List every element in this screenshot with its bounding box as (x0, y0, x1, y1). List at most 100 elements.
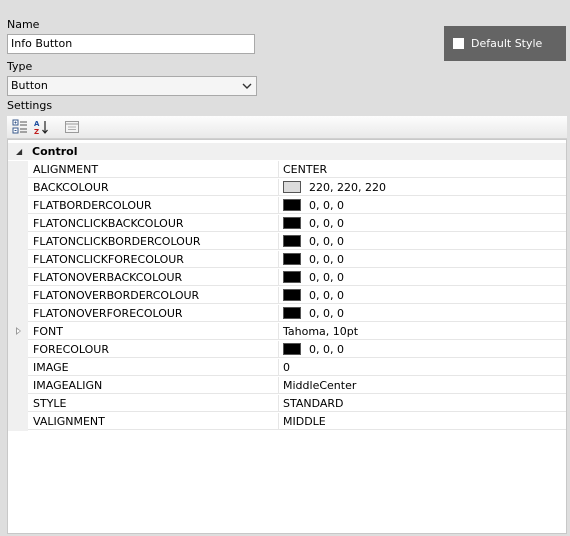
default-style-toggle[interactable]: Default Style (444, 26, 566, 61)
categorized-icon[interactable] (12, 119, 28, 135)
row-margin (8, 215, 28, 233)
color-swatch (283, 289, 301, 301)
property-value[interactable]: 0 (279, 359, 566, 376)
property-row[interactable]: BACKCOLOUR 220, 220, 220 (8, 179, 566, 197)
color-swatch (283, 235, 301, 247)
property-pages-icon[interactable] (64, 119, 80, 135)
property-value[interactable]: 0, 0, 0 (279, 269, 566, 286)
expand-triangle-icon[interactable] (16, 327, 21, 335)
property-name[interactable]: IMAGEALIGN (28, 377, 279, 394)
property-row[interactable]: FONT Tahoma, 10pt (8, 323, 566, 341)
property-value-text: 0, 0, 0 (309, 271, 344, 284)
property-value-text: 0, 0, 0 (309, 343, 344, 356)
property-name[interactable]: FLATONCLICKBACKCOLOUR (28, 215, 279, 232)
row-margin (8, 305, 28, 323)
row-margin (8, 233, 28, 251)
property-name[interactable]: FLATONOVERBACKCOLOUR (28, 269, 279, 286)
property-name[interactable]: FLATONCLICKBORDERCOLOUR (28, 233, 279, 250)
row-margin (8, 251, 28, 269)
property-value-text: 0, 0, 0 (309, 217, 344, 230)
category-row[interactable]: ◢ Control (8, 143, 566, 160)
row-margin (8, 197, 28, 215)
property-value-text: 0, 0, 0 (309, 199, 344, 212)
property-row[interactable]: FORECOLOUR 0, 0, 0 (8, 341, 566, 359)
name-label: Name (7, 18, 40, 31)
property-value[interactable]: STANDARD (279, 395, 566, 412)
property-name[interactable]: FLATONCLICKFORECOLOUR (28, 251, 279, 268)
color-swatch (283, 181, 301, 193)
row-margin (8, 413, 28, 431)
property-value[interactable]: Tahoma, 10pt (279, 323, 566, 340)
color-swatch (283, 343, 301, 355)
property-grid: ◢ Control ALIGNMENT CENTER BACKCOLOUR 220, … (7, 139, 567, 534)
default-style-label: Default Style (471, 37, 543, 50)
property-value[interactable]: 0, 0, 0 (279, 287, 566, 304)
property-value-text: 0 (283, 361, 290, 374)
property-row[interactable]: FLATONCLICKBORDERCOLOUR 0, 0, 0 (8, 233, 566, 251)
property-row[interactable]: FLATONOVERBORDERCOLOUR 0, 0, 0 (8, 287, 566, 305)
property-value[interactable]: 0, 0, 0 (279, 215, 566, 232)
property-value-text: 220, 220, 220 (309, 181, 386, 194)
property-name[interactable]: VALIGNMENT (28, 413, 279, 430)
property-name[interactable]: FLATONOVERFORECOLOUR (28, 305, 279, 322)
property-value-text: Tahoma, 10pt (283, 325, 359, 338)
property-row[interactable]: STYLE STANDARD (8, 395, 566, 413)
property-value[interactable]: 0, 0, 0 (279, 197, 566, 214)
color-swatch (283, 307, 301, 319)
property-name[interactable]: FLATONOVERBORDERCOLOUR (28, 287, 279, 304)
property-value[interactable]: 0, 0, 0 (279, 251, 566, 268)
property-row[interactable]: VALIGNMENT MIDDLE (8, 413, 566, 431)
color-swatch (283, 271, 301, 283)
property-row[interactable]: FLATONOVERFORECOLOUR 0, 0, 0 (8, 305, 566, 323)
row-margin (8, 179, 28, 197)
property-name[interactable]: ALIGNMENT (28, 161, 279, 178)
property-row[interactable]: FLATONOVERBACKCOLOUR 0, 0, 0 (8, 269, 566, 287)
svg-text:Z: Z (34, 128, 39, 135)
property-row[interactable]: ALIGNMENT CENTER (8, 161, 566, 179)
type-label: Type (7, 60, 33, 73)
type-select[interactable]: Button (7, 76, 257, 96)
row-margin (8, 323, 28, 341)
row-margin (8, 359, 28, 377)
property-value[interactable]: CENTER (279, 161, 566, 178)
property-value-text: STANDARD (283, 397, 344, 410)
property-value-text: MIDDLE (283, 415, 326, 428)
row-margin (8, 269, 28, 287)
row-margin (8, 395, 28, 413)
svg-text:A: A (34, 120, 40, 128)
property-value[interactable]: 0, 0, 0 (279, 233, 566, 250)
property-value-text: 0, 0, 0 (309, 307, 344, 320)
property-value[interactable]: 220, 220, 220 (279, 179, 566, 196)
property-value-text: 0, 0, 0 (309, 253, 344, 266)
property-value-text: 0, 0, 0 (309, 235, 344, 248)
alphabetical-sort-icon[interactable]: A Z (34, 119, 50, 135)
property-row[interactable]: FLATONCLICKBACKCOLOUR 0, 0, 0 (8, 215, 566, 233)
property-value-text: 0, 0, 0 (309, 289, 344, 302)
settings-label: Settings (7, 99, 53, 112)
property-name[interactable]: IMAGE (28, 359, 279, 376)
property-value[interactable]: MIDDLE (279, 413, 566, 430)
property-name[interactable]: STYLE (28, 395, 279, 412)
property-name[interactable]: BACKCOLOUR (28, 179, 279, 196)
color-swatch (283, 253, 301, 265)
property-row[interactable]: IMAGE 0 (8, 359, 566, 377)
row-margin (8, 341, 28, 359)
chevron-down-icon (242, 83, 252, 89)
property-row[interactable]: FLATBORDERCOLOUR 0, 0, 0 (8, 197, 566, 215)
color-swatch (283, 217, 301, 229)
property-value-text: CENTER (283, 163, 328, 176)
color-swatch (283, 199, 301, 211)
property-value[interactable]: MiddleCenter (279, 377, 566, 394)
default-style-checkbox[interactable] (453, 38, 464, 49)
row-margin (8, 377, 28, 395)
property-value[interactable]: 0, 0, 0 (279, 341, 566, 358)
property-value[interactable]: 0, 0, 0 (279, 305, 566, 322)
property-name[interactable]: FORECOLOUR (28, 341, 279, 358)
property-row[interactable]: FLATONCLICKFORECOLOUR 0, 0, 0 (8, 251, 566, 269)
property-name[interactable]: FONT (28, 323, 279, 340)
name-input[interactable]: Info Button (7, 34, 255, 54)
collapse-triangle-icon[interactable]: ◢ (16, 147, 22, 156)
property-name[interactable]: FLATBORDERCOLOUR (28, 197, 279, 214)
property-row[interactable]: IMAGEALIGN MiddleCenter (8, 377, 566, 395)
category-label: Control (32, 145, 78, 158)
